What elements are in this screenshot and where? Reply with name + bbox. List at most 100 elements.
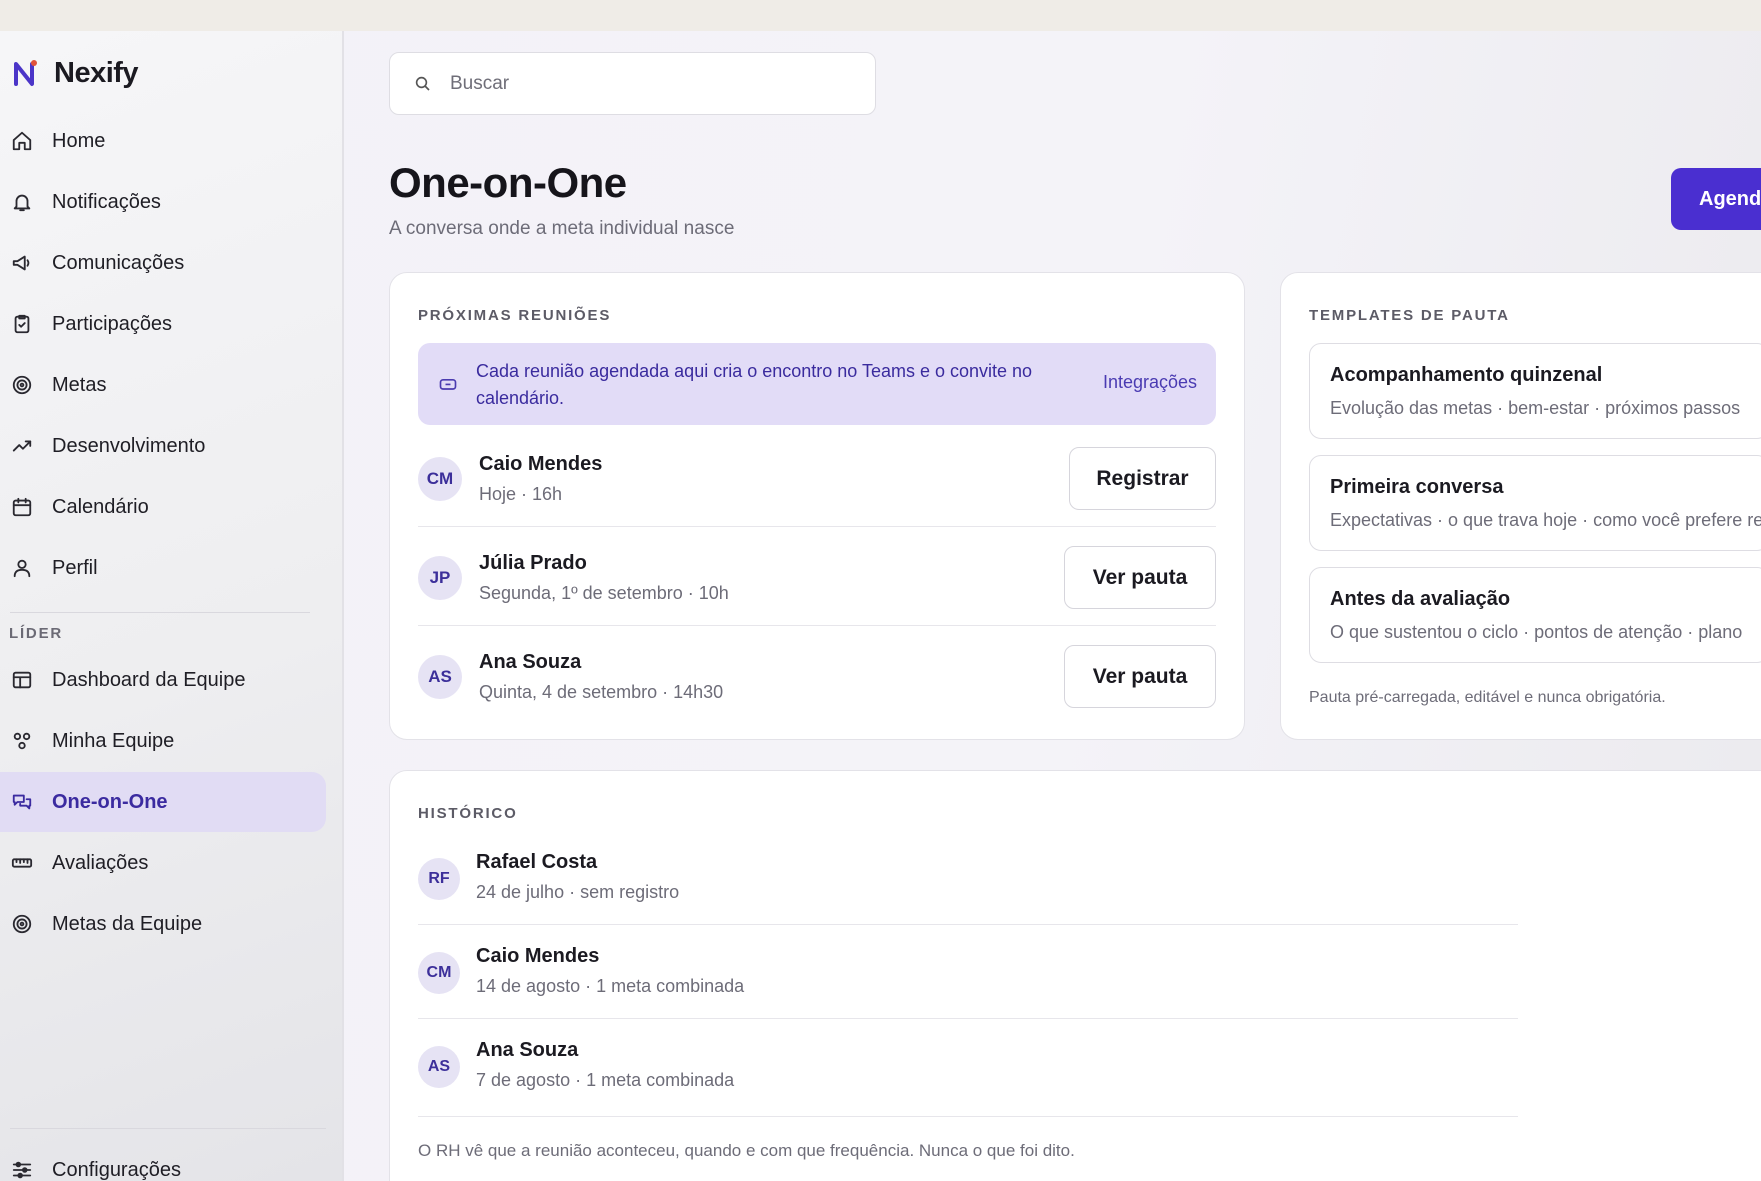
search-box[interactable] [389,52,876,115]
card-label: HISTÓRICO [418,805,518,822]
sidebar-item-label: Calendário [52,495,149,518]
sidebar-item-label: Metas [52,373,107,396]
sidebar-item-avaliacoes[interactable]: Avaliações [0,833,326,893]
history-name: Ana Souza [476,1039,579,1061]
teams-integration-banner: Cada reunião agendada aqui cria o encont… [418,343,1216,425]
template-name: Antes da avaliação [1330,588,1511,610]
row-divider [418,1116,1518,1117]
row-divider [418,625,1216,626]
search-icon [414,75,432,93]
schedule-button[interactable]: Agend [1671,168,1761,230]
history-name: Caio Mendes [476,945,600,967]
card-label: PRÓXIMAS REUNIÕES [418,307,612,324]
meeting-row[interactable]: AS Ana Souza Quinta, 4 de setembro · 14h… [418,645,1216,709]
template-item[interactable]: Acompanhamento quinzenal Evolução das me… [1309,343,1761,439]
card-label: TEMPLATES DE PAUTA [1309,307,1510,324]
history-card: HISTÓRICO RF Rafael Costa 24 de julho · … [389,770,1761,1181]
brand-name: Nexify [54,56,139,89]
sidebar-item-minha-equipe[interactable]: Minha Equipe [0,711,326,771]
sidebar-item-metas[interactable]: Metas [0,355,326,415]
nexify-logo-icon [14,60,37,86]
sidebar-item-label: Configurações [52,1158,181,1181]
target-icon [10,912,34,936]
sidebar-item-notificacoes[interactable]: Notificações [0,172,326,232]
history-row[interactable]: CM Caio Mendes 14 de agosto · 1 meta com… [418,945,1518,1001]
sidebar-item-label: Home [52,129,106,152]
search-input[interactable] [450,53,850,114]
template-item[interactable]: Antes da avaliação O que sustentou o cic… [1309,567,1761,663]
template-name: Primeira conversa [1330,476,1504,498]
ruler-icon [10,851,34,875]
history-row[interactable]: AS Ana Souza 7 de agosto · 1 meta combin… [418,1039,1518,1095]
sidebar-item-calendario[interactable]: Calendário [0,477,326,537]
agenda-templates-card: TEMPLATES DE PAUTA Acompanhamento quinze… [1280,272,1761,740]
avatar: CM [418,952,460,994]
main-content: One-on-One A conversa onde a meta indivi… [346,31,1761,1181]
sidebar-item-perfil[interactable]: Perfil [0,538,326,598]
template-description: Expectativas · o que trava hoje · como v… [1330,510,1761,530]
avatar: CM [418,457,462,501]
register-button[interactable]: Registrar [1069,447,1216,510]
sidebar-section-lider: LÍDER [9,625,63,642]
meeting-row[interactable]: CM Caio Mendes Hoje · 16h Registrar [418,447,1216,511]
sidebar-item-label: Participações [52,312,173,335]
sidebar-item-comunicacoes[interactable]: Comunicações [0,233,326,293]
avatar: AS [418,1046,460,1088]
templates-footnote: Pauta pré-carregada, editável e nunca ob… [1309,689,1666,706]
history-detail: 7 de agosto · 1 meta combinada [476,1070,735,1090]
template-description: O que sustentou o ciclo · pontos de aten… [1330,622,1743,642]
layout-icon [10,668,34,692]
banner-text: Cada reunião agendada aqui cria o encont… [476,361,1033,408]
user-icon [10,556,34,580]
home-icon [10,129,34,153]
history-footnote: O RH vê que a reunião aconteceu, quando … [418,1141,1075,1160]
sidebar-item-label: Metas da Equipe [52,912,203,935]
calendar-icon [10,495,34,519]
sidebar-item-label: One-on-One [52,790,168,813]
history-name: Rafael Costa [476,851,598,873]
brand[interactable]: Nexify [12,53,139,93]
bell-icon [10,190,34,214]
meeting-time: Hoje · 16h [479,484,563,504]
sidebar-item-desenvolvimento[interactable]: Desenvolvimento [0,416,326,476]
sidebar-item-one-on-one[interactable]: One-on-One [0,772,326,832]
page-title: One-on-One [389,159,627,206]
sidebar-item-configuracoes[interactable]: Configurações [0,1140,326,1181]
meeting-time: Quinta, 4 de setembro · 14h30 [479,682,724,702]
history-detail: 14 de agosto · 1 meta combinada [476,976,745,996]
template-name: Acompanhamento quinzenal [1330,364,1603,386]
history-row[interactable]: RF Rafael Costa 24 de julho · sem regist… [418,851,1518,907]
row-divider [418,1018,1518,1019]
sidebar-item-label: Perfil [52,556,98,579]
row-divider [418,526,1216,527]
team-icon [10,729,34,753]
sidebar-item-home[interactable]: Home [0,111,326,171]
sidebar-item-label: Dashboard da Equipe [52,668,246,691]
meeting-name: Ana Souza [479,651,582,673]
sidebar-item-label: Minha Equipe [52,729,175,752]
window-top-strip [0,0,1761,31]
meeting-row[interactable]: JP Júlia Prado Segunda, 1º de setembro ·… [418,546,1216,610]
link-icon [438,374,458,394]
app-window: Nexify Home Notificações Comunicações Pa… [0,31,1761,1181]
target-icon [10,373,34,397]
megaphone-icon [10,251,34,275]
meeting-name: Júlia Prado [479,552,587,574]
sidebar-divider [10,1128,326,1129]
template-item[interactable]: Primeira conversa Expectativas · o que t… [1309,455,1761,551]
sidebar-item-participacoes[interactable]: Participações [0,294,326,354]
sidebar-divider [10,612,310,613]
view-agenda-button[interactable]: Ver pauta [1064,645,1216,708]
avatar: RF [418,858,460,900]
chat-icon [10,790,34,814]
sidebar-item-metas-da-equipe[interactable]: Metas da Equipe [0,894,326,954]
sidebar-item-dashboard-da-equipe[interactable]: Dashboard da Equipe [0,650,326,710]
sidebar-item-label: Notificações [52,190,161,213]
integrations-link[interactable]: Integrações [1103,372,1197,393]
view-agenda-button[interactable]: Ver pauta [1064,546,1216,609]
row-divider [418,924,1518,925]
sliders-icon [10,1158,34,1181]
sidebar-item-label: Comunicações [52,251,185,274]
page-subtitle: A conversa onde a meta individual nasce [389,218,735,239]
sidebar-item-label: Desenvolvimento [52,434,206,457]
